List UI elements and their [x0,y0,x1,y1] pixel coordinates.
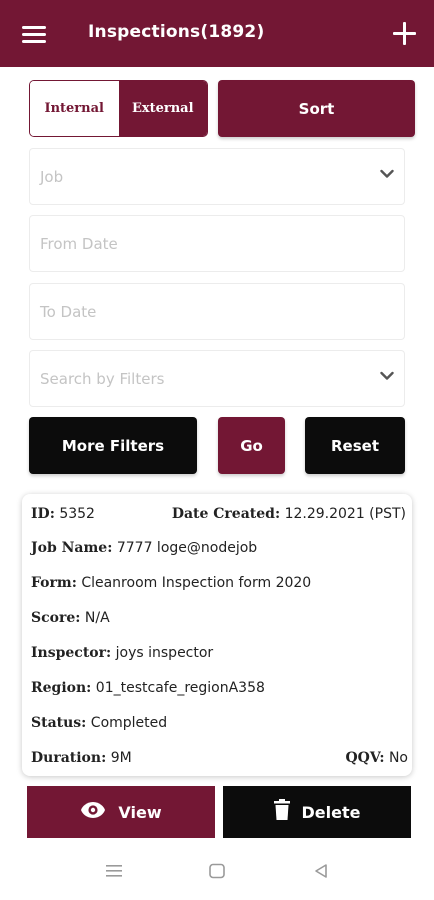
job-dropdown[interactable]: Job [29,148,405,205]
form-value: Cleanroom Inspection form 2020 [81,575,312,591]
recent-apps-icon[interactable] [105,863,123,883]
id-label: ID: [31,506,55,522]
view-button[interactable]: View [27,786,215,838]
form-label: Form: [31,575,77,591]
more-filters-button[interactable]: More Filters [29,417,197,474]
inspector-label: Inspector: [31,645,112,661]
date-created-row: Date Created: 12.29.2021 (PST) [172,506,406,522]
inspector-row: Inspector: joys inspector [31,645,213,661]
chevron-down-icon [380,371,394,383]
score-label: Score: [31,610,81,626]
go-button[interactable]: Go [218,417,285,474]
reset-button[interactable]: Reset [305,417,405,474]
score-value: N/A [84,610,110,626]
eye-icon [80,801,106,823]
region-label: Region: [31,680,92,696]
qqv-label: QQV: [345,750,385,766]
job-name-value: 7777 loge@nodejob [116,540,258,556]
app-bar: Inspections(1892) [0,0,434,67]
plus-icon[interactable] [391,20,419,48]
inspection-type-toggle: Internal External [29,80,208,137]
status-row: Status: Completed [31,715,167,731]
tab-external[interactable]: External [118,81,207,136]
region-value: 01_testcafe_regionA358 [95,680,265,696]
delete-button[interactable]: Delete [223,786,411,838]
duration-row: Duration: 9M [31,750,132,766]
date-created-value: 12.29.2021 (PST) [284,506,406,522]
from-date-placeholder: From Date [40,234,118,253]
to-date-field[interactable]: To Date [29,283,405,340]
inspection-card: ID: 5352 Date Created: 12.29.2021 (PST) … [22,494,412,776]
search-filters-placeholder: Search by Filters [40,369,165,388]
home-icon[interactable] [208,863,226,883]
form-row: Form: Cleanroom Inspection form 2020 [31,575,311,591]
score-row: Score: N/A [31,610,110,626]
id-value: 5352 [59,506,95,522]
status-value: Completed [90,715,168,731]
tab-internal[interactable]: Internal [30,81,119,136]
region-row: Region: 01_testcafe_regionA358 [31,680,265,696]
duration-value: 9M [110,750,132,766]
job-name-row: Job Name: 7777 loge@nodejob [31,540,257,556]
page-title: Inspections(1892) [88,22,265,42]
job-placeholder: Job [40,167,64,186]
view-label: View [118,802,162,822]
id-row: ID: 5352 [31,506,95,522]
search-filters-dropdown[interactable]: Search by Filters [29,350,405,407]
back-icon[interactable] [312,863,330,883]
inspector-value: joys inspector [115,645,214,661]
status-label: Status: [31,715,87,731]
to-date-placeholder: To Date [40,302,97,321]
hamburger-menu-icon[interactable] [22,24,48,44]
system-nav-bar [0,845,434,900]
chevron-down-icon [380,169,394,181]
qqv-value: No [388,750,408,766]
date-created-label: Date Created: [171,506,281,522]
sort-button[interactable]: Sort [218,80,415,137]
qqv-row: QQV: No [345,750,408,766]
duration-label: Duration: [31,750,107,766]
delete-label: Delete [301,802,361,822]
job-name-label: Job Name: [31,540,113,556]
from-date-field[interactable]: From Date [29,215,405,272]
trash-icon [273,799,290,825]
